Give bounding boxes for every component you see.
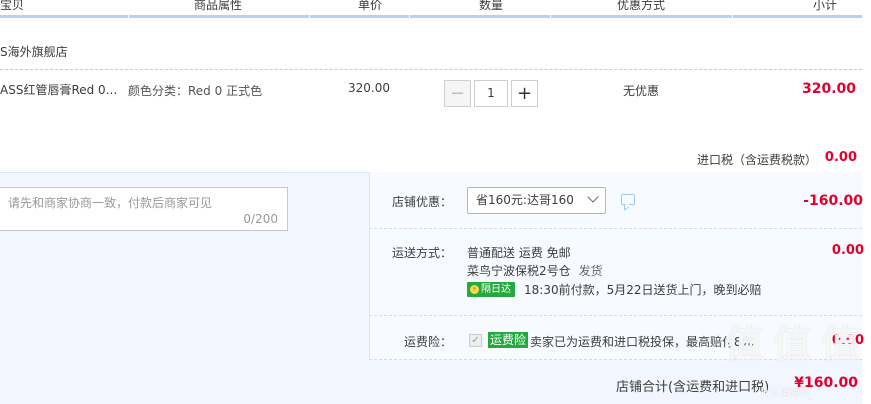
watermark-char: 值 <box>772 322 811 366</box>
header-divider <box>409 0 410 18</box>
item-subtotal: 320.00 <box>801 81 856 97</box>
qty-increase-button[interactable]: + <box>511 80 538 107</box>
item-title[interactable]: ASS红管唇膏Red 0... <box>0 81 118 98</box>
shipping-eta: 18:30前付款，5月22日送货上门，晚到必赔 <box>524 283 762 297</box>
insurance-label: 运费险： <box>404 335 453 349</box>
table-header: 宝贝 商品属性 单价 数量 优惠方式 小计 <box>0 0 862 18</box>
discount-label: 店铺优惠： <box>392 195 453 209</box>
header-price: 单价 <box>358 0 383 12</box>
header-qty: 数量 <box>479 0 504 12</box>
item-price: 320.00 <box>348 81 390 95</box>
watermark-char: 值 <box>820 322 859 366</box>
item-promo: 无优惠 <box>623 84 660 98</box>
memo-placeholder: 请先和商家协商一致，付款后商家可见 <box>8 196 213 210</box>
discount-select[interactable]: 省160元:达哥160 <box>467 187 606 214</box>
header-attr: 商品属性 <box>194 0 243 12</box>
header-item: 宝贝 <box>0 0 25 12</box>
memo-char-count: 0/200 <box>243 212 278 226</box>
row-divider <box>369 315 862 316</box>
watermark-subtext: 什么值得买 <box>760 388 810 399</box>
header-subtotal: 小计 <box>813 0 838 12</box>
shipping-dispatch: 发货 <box>578 264 603 278</box>
next-day-badge: ⚡ 隔日达 <box>467 282 515 297</box>
item-attributes: 颜色分类：Red 0 正式色 <box>128 84 263 98</box>
plus-icon: + <box>516 83 533 104</box>
shipping-value: 0.00 <box>831 243 864 258</box>
message-icon[interactable] <box>621 194 635 205</box>
insurance-tag: 运费险 <box>488 332 529 348</box>
shop-total-label: 店铺合计(含运费和进口税) <box>616 380 770 395</box>
shipping-label: 运送方式： <box>392 246 453 260</box>
tax-label: 进口税（含运费税款） <box>697 153 818 167</box>
lightning-icon: ⚡ <box>470 285 479 294</box>
watermark: 值 值 值 <box>724 322 860 366</box>
buyer-memo-field[interactable]: 请先和商家协商一致，付款后商家可见 0/200 <box>0 187 288 231</box>
check-icon: ✓ <box>471 335 480 346</box>
shipping-method: 普通配送 运费 免邮 <box>467 246 571 260</box>
insurance-text: 卖家已为运费和进口税投保，最高赔付8元 <box>530 335 754 349</box>
chevron-down-icon <box>587 191 599 203</box>
watermark-char: 值 <box>724 322 763 366</box>
discount-selected: 省160元:达哥160 <box>476 193 574 207</box>
insurance-checkbox[interactable]: ✓ <box>469 334 482 347</box>
header-divider <box>128 0 129 18</box>
header-promo: 优惠方式 <box>617 0 666 12</box>
header-divider <box>550 0 551 18</box>
next-day-badge-label: 隔日达 <box>481 284 511 295</box>
header-divider <box>732 0 733 18</box>
header-divider <box>309 0 310 18</box>
row-divider <box>369 228 862 229</box>
shipping-warehouse: 菜鸟宁波保税2号仓 <box>467 264 571 278</box>
tax-value: 0.00 <box>824 150 857 165</box>
discount-value: -160.00 <box>803 193 863 209</box>
qty-decrease-button[interactable]: − <box>444 80 471 107</box>
shipping-warehouse-line: 菜鸟宁波保税2号仓 发货 <box>467 262 603 279</box>
minus-icon: − <box>449 83 466 104</box>
quantity-input[interactable]: 1 <box>474 80 508 107</box>
shop-name[interactable]: S海外旗舰店 <box>0 43 68 60</box>
shop-divider <box>0 69 862 70</box>
